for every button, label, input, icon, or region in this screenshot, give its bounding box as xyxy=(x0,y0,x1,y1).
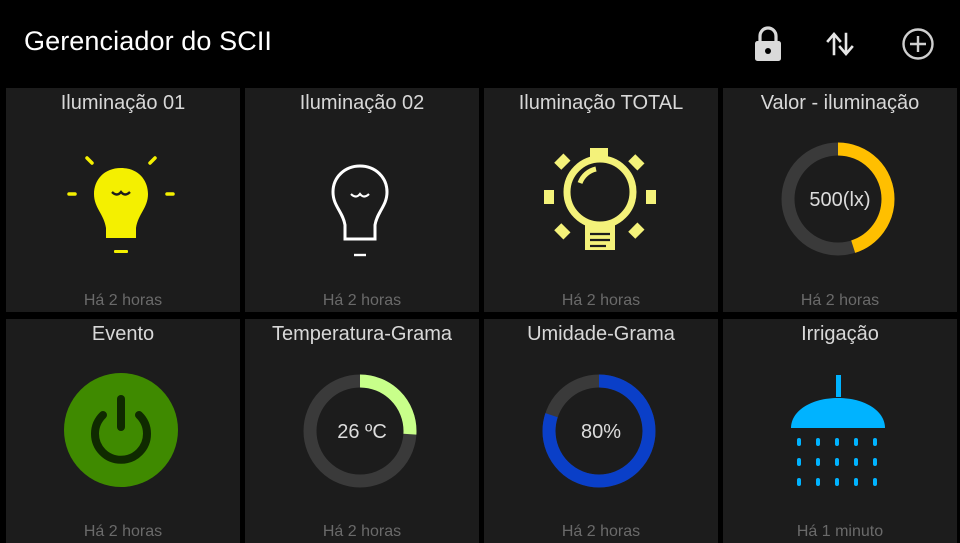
add-circle-icon xyxy=(902,28,934,60)
timestamp: Há 2 horas xyxy=(561,292,641,309)
tile-umidade-grama[interactable]: Umidade-Grama 80% Há 2 horas xyxy=(484,319,718,543)
lock-icon xyxy=(755,26,781,61)
timestamp: Há 2 horas xyxy=(322,292,402,309)
timestamp: Há 2 horas xyxy=(83,292,163,309)
tile-irrigacao[interactable]: Irrigação Há 1 minuto xyxy=(723,319,957,543)
timestamp: Há 2 horas xyxy=(800,292,880,309)
illuminance-gauge xyxy=(781,142,895,256)
sort-button[interactable] xyxy=(818,22,862,66)
app-title: Gerenciador do SCII xyxy=(24,26,273,56)
lock-button[interactable] xyxy=(746,22,790,66)
app-bar: Gerenciador do SCII xyxy=(0,0,960,84)
tile-valor-iluminacao[interactable]: Valor - iluminação 500(lx) Há 2 horas xyxy=(723,88,957,312)
gauge-value: 80% xyxy=(580,421,622,443)
lightbulb-off-icon xyxy=(331,164,389,257)
gauge-value: 500(lx) xyxy=(809,189,871,211)
shower-icon xyxy=(791,375,885,486)
add-button[interactable] xyxy=(896,22,940,66)
tile-iluminacao-01[interactable]: Iluminação 01 Há 2 horas xyxy=(6,88,240,312)
gauge-value: 26 ºC xyxy=(337,421,387,443)
lightbulb-on-icon xyxy=(67,156,175,253)
timestamp: Há 1 minuto xyxy=(796,523,884,540)
tile-iluminacao-02[interactable]: Iluminação 02 Há 2 horas xyxy=(245,88,479,312)
tile-evento[interactable]: Evento Há 2 horas xyxy=(6,319,240,543)
temperature-gauge xyxy=(303,374,417,488)
tile-iluminacao-total[interactable]: Iluminação TOTAL Há 2 horas xyxy=(484,88,718,312)
swap-vertical-icon xyxy=(826,32,854,56)
tile-temperatura-grama[interactable]: Temperatura-Grama 26 ºC Há 2 horas xyxy=(245,319,479,543)
timestamp: Há 2 horas xyxy=(83,523,163,540)
timestamp: Há 2 horas xyxy=(561,523,641,540)
bright-bulb-icon xyxy=(544,148,656,250)
timestamp: Há 2 horas xyxy=(322,523,402,540)
humidity-gauge xyxy=(542,374,656,488)
power-icon[interactable] xyxy=(6,319,240,519)
